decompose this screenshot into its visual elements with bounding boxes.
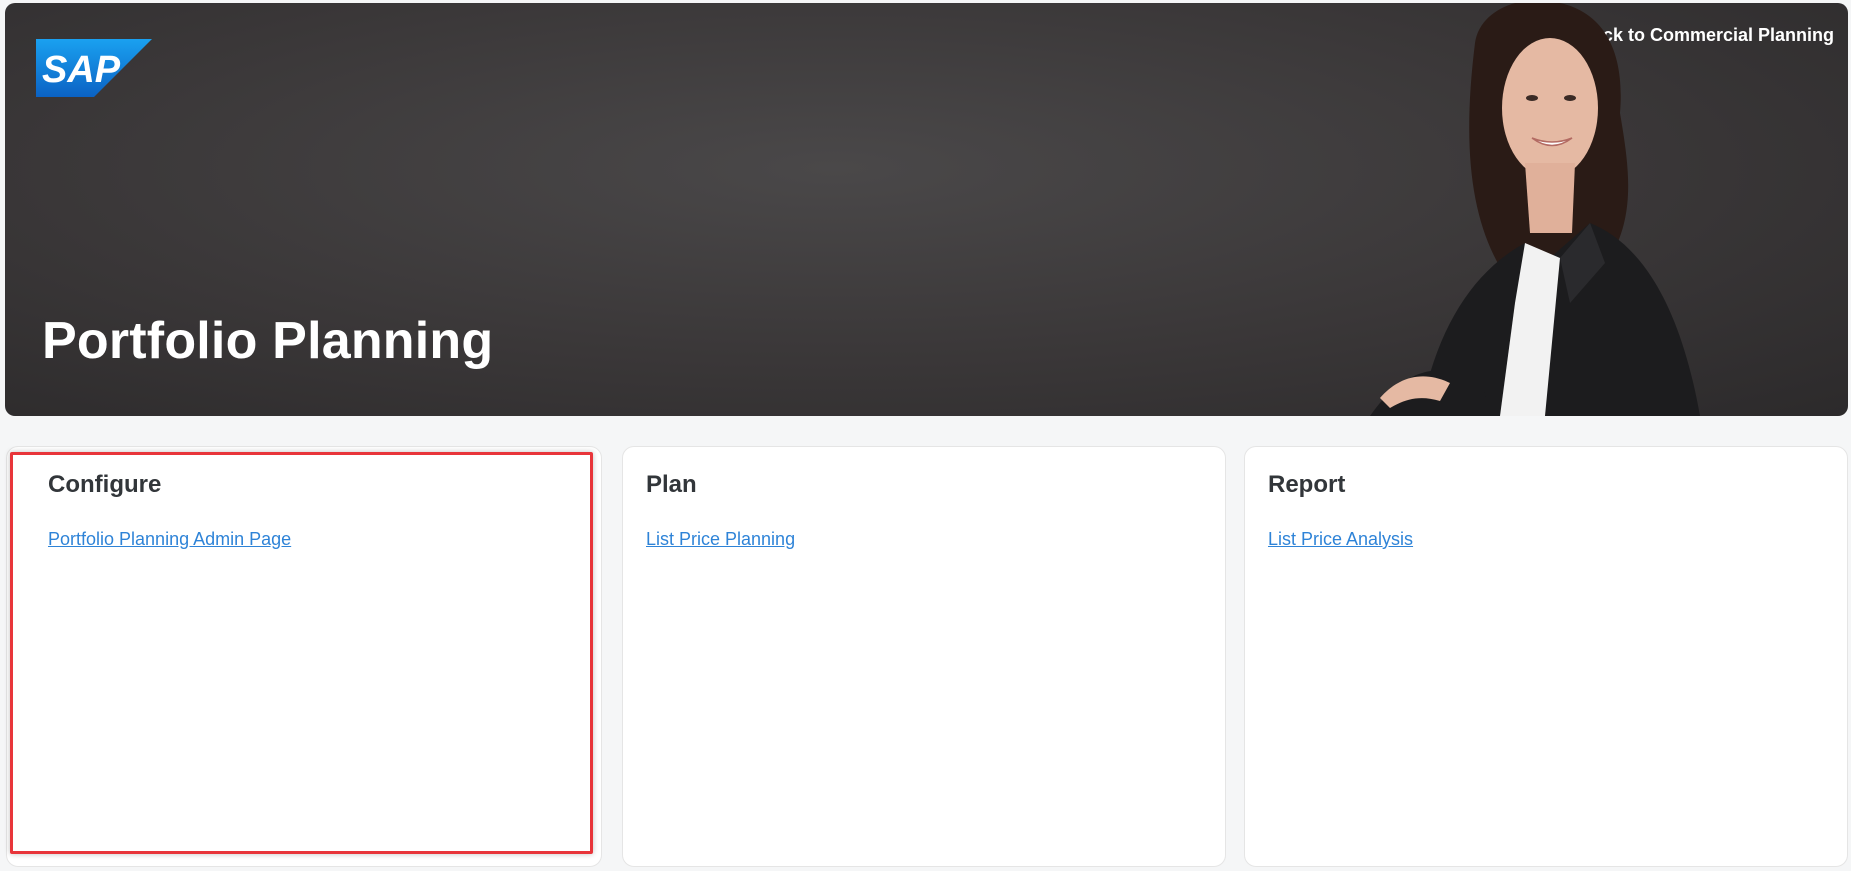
list-price-planning-link[interactable]: List Price Planning	[646, 529, 795, 549]
plan-card: Plan List Price Planning	[622, 446, 1226, 867]
hero-portrait-image	[1370, 3, 1700, 416]
configure-card: Configure Portfolio Planning Admin Page	[6, 446, 602, 867]
page-title: Portfolio Planning	[42, 312, 494, 370]
report-card: Report List Price Analysis	[1244, 446, 1848, 867]
list-price-analysis-link[interactable]: List Price Analysis	[1268, 529, 1413, 549]
configure-card-title: Configure	[48, 471, 162, 498]
sap-logo: SAP	[36, 39, 152, 97]
hero-banner: SAP Back to Commercial Planning Portfoli…	[5, 3, 1848, 416]
plan-card-title: Plan	[646, 471, 697, 498]
portfolio-planning-admin-page-link[interactable]: Portfolio Planning Admin Page	[48, 529, 291, 549]
report-card-title: Report	[1268, 471, 1346, 498]
sap-logo-text: SAP	[42, 49, 121, 91]
